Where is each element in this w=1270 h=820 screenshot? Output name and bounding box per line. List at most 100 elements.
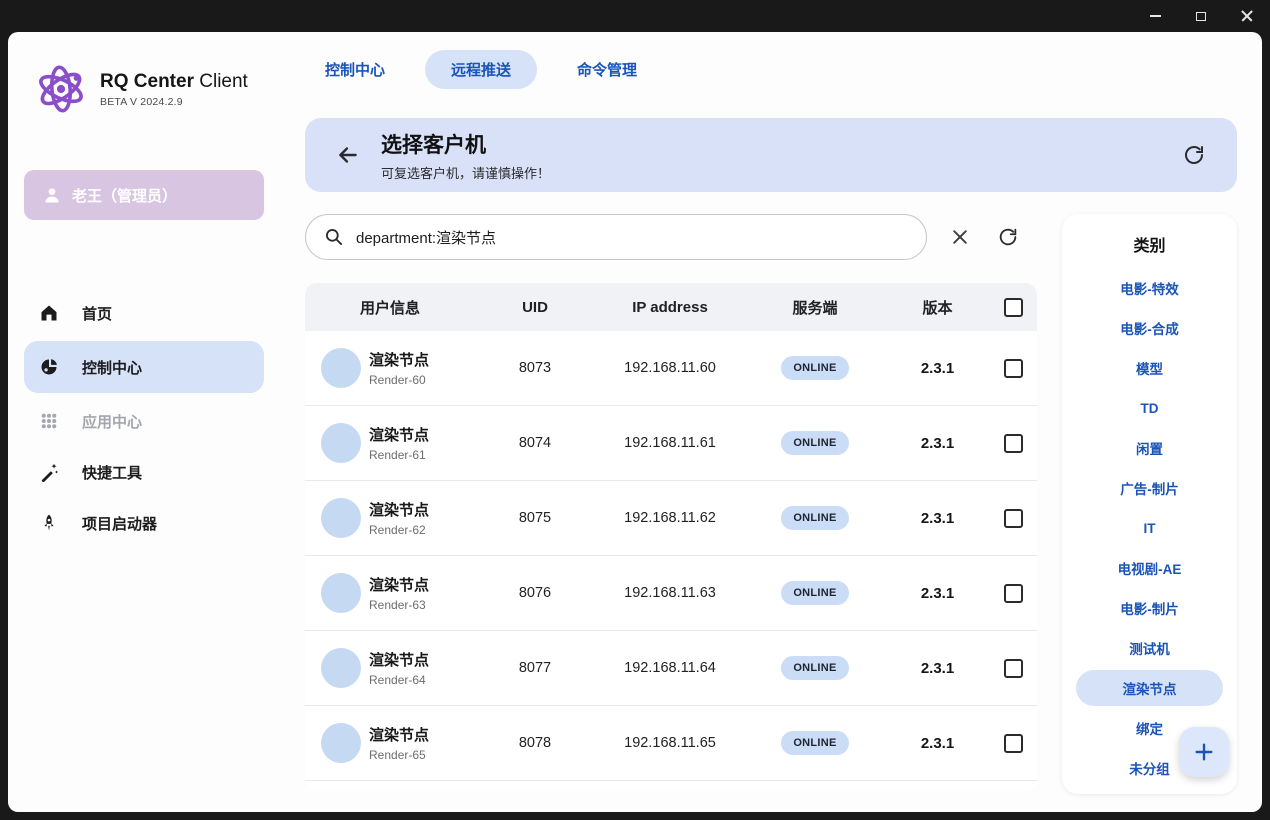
- avatar: [321, 423, 361, 463]
- row-checkbox[interactable]: [1004, 434, 1023, 453]
- table-row[interactable]: 渲染节点 Render-64 8077 192.168.11.64 ONLINE…: [305, 631, 1037, 706]
- row-checkbox[interactable]: [1004, 509, 1023, 528]
- category-item-selected[interactable]: 渲染节点: [1076, 670, 1223, 706]
- client-name: 渲染节点: [369, 649, 429, 670]
- table-row[interactable]: 渲染节点 Render-62 8075 192.168.11.62 ONLINE…: [305, 481, 1037, 556]
- sidebar-item-app-center[interactable]: 应用中心: [24, 398, 264, 444]
- column-header-version: 版本: [885, 297, 990, 318]
- close-icon[interactable]: [1224, 1, 1270, 31]
- avatar: [321, 573, 361, 613]
- sidebar-item-label: 项目启动器: [82, 513, 157, 534]
- magic-wand-icon: [38, 461, 60, 483]
- category-item[interactable]: TD: [1076, 388, 1223, 428]
- client-hostname: Render-63: [369, 598, 429, 612]
- search-row: [305, 214, 1037, 260]
- row-checkbox[interactable]: [1004, 359, 1023, 378]
- column-header-server: 服务端: [745, 297, 885, 318]
- user-name: 老王（管理员）: [72, 185, 177, 206]
- sidebar-item-label: 首页: [82, 303, 112, 324]
- workspace: 用户信息 UID IP address 服务端 版本 渲染节点 Render-6…: [305, 214, 1237, 794]
- client-name: 渲染节点: [369, 424, 429, 445]
- app-title: RQ Center Client: [100, 71, 248, 93]
- app-brand: RQ Center Client BETA V 2024.2.9: [32, 60, 280, 118]
- client-version: 2.3.1: [885, 435, 990, 452]
- page-subtitle: 可复选客户机，请谨慎操作！: [381, 163, 550, 182]
- client-version: 2.3.1: [885, 585, 990, 602]
- table-row[interactable]: 渲染节点 Render-63 8076 192.168.11.63 ONLINE…: [305, 556, 1037, 631]
- category-item[interactable]: 电影-制片: [1076, 588, 1223, 628]
- sidebar: RQ Center Client BETA V 2024.2.9 老王（管理员）…: [8, 32, 280, 812]
- avatar: [321, 498, 361, 538]
- category-item[interactable]: 电视剧-AE: [1076, 548, 1223, 588]
- row-checkbox[interactable]: [1004, 584, 1023, 603]
- minimize-icon[interactable]: [1132, 1, 1178, 31]
- sidebar-item-label: 控制中心: [82, 357, 142, 378]
- user-icon: [42, 185, 62, 205]
- client-name: 渲染节点: [369, 574, 429, 595]
- app-title-block: RQ Center Client BETA V 2024.2.9: [100, 71, 248, 108]
- client-uid: 8077: [475, 660, 595, 676]
- client-hostname: Render-60: [369, 373, 429, 387]
- column-header-ip: IP address: [595, 299, 745, 316]
- tab-control-center[interactable]: 控制中心: [325, 50, 385, 89]
- client-version: 2.3.1: [885, 660, 990, 677]
- tab-remote-push[interactable]: 远程推送: [425, 50, 537, 89]
- clear-search-icon[interactable]: [945, 222, 975, 252]
- row-checkbox[interactable]: [1004, 734, 1023, 753]
- page-header-titles: 选择客户机 可复选客户机，请谨慎操作！: [381, 129, 550, 182]
- table-footer: [305, 781, 1037, 791]
- back-arrow-icon[interactable]: [333, 140, 363, 170]
- client-name: 渲染节点: [369, 724, 429, 745]
- category-item[interactable]: 测试机: [1076, 628, 1223, 668]
- control-center-icon: [38, 356, 60, 378]
- app-logo-icon: [32, 60, 90, 118]
- tab-command-management[interactable]: 命令管理: [577, 50, 637, 89]
- sidebar-item-quick-tools[interactable]: 快捷工具: [24, 449, 264, 495]
- category-panel-title: 类别: [1062, 232, 1237, 256]
- avatar: [321, 648, 361, 688]
- category-item[interactable]: 电影-特效: [1076, 268, 1223, 308]
- client-ip: 192.168.11.65: [595, 735, 745, 751]
- client-hostname: Render-65: [369, 748, 429, 762]
- client-name: 渲染节点: [369, 349, 429, 370]
- sidebar-item-label: 快捷工具: [82, 462, 142, 483]
- client-list-column: 用户信息 UID IP address 服务端 版本 渲染节点 Render-6…: [305, 214, 1037, 791]
- category-item[interactable]: 模型: [1076, 348, 1223, 388]
- sidebar-item-control-center[interactable]: 控制中心: [24, 341, 264, 393]
- table-row[interactable]: 渲染节点 Render-61 8074 192.168.11.61 ONLINE…: [305, 406, 1037, 481]
- client-uid: 8076: [475, 585, 595, 601]
- app-version: BETA V 2024.2.9: [100, 96, 248, 108]
- column-header-user: 用户信息: [305, 297, 475, 318]
- table-row[interactable]: 渲染节点 Render-60 8073 192.168.11.60 ONLINE…: [305, 331, 1037, 406]
- category-item[interactable]: 电影-合成: [1076, 308, 1223, 348]
- main-area: 控制中心 远程推送 命令管理 选择客户机 可复选客户机，请谨慎操作！: [280, 32, 1262, 812]
- client-hostname: Render-61: [369, 448, 429, 462]
- apps-grid-icon: [38, 410, 60, 432]
- category-item[interactable]: 广告-制片: [1076, 468, 1223, 508]
- column-header-uid: UID: [475, 299, 595, 316]
- category-item[interactable]: IT: [1076, 508, 1223, 548]
- sidebar-item-home[interactable]: 首页: [24, 290, 264, 336]
- category-panel: 类别 电影-特效 电影-合成 模型 TD 闲置 广告-制片 IT 电视剧-AE …: [1062, 214, 1237, 794]
- status-badge: ONLINE: [781, 506, 848, 530]
- search-input[interactable]: [356, 229, 908, 246]
- user-badge[interactable]: 老王（管理员）: [24, 170, 264, 220]
- client-ip: 192.168.11.60: [595, 360, 745, 376]
- client-uid: 8075: [475, 510, 595, 526]
- status-badge: ONLINE: [781, 431, 848, 455]
- maximize-icon[interactable]: [1178, 1, 1224, 31]
- select-all-checkbox[interactable]: [1004, 298, 1023, 317]
- add-category-button[interactable]: [1179, 727, 1229, 777]
- sidebar-item-project-launcher[interactable]: 项目启动器: [24, 500, 264, 546]
- sidebar-nav: 首页 控制中心: [8, 290, 280, 546]
- table-row[interactable]: 渲染节点 Render-65 8078 192.168.11.65 ONLINE…: [305, 706, 1037, 781]
- status-badge: ONLINE: [781, 356, 848, 380]
- top-tabs: 控制中心 远程推送 命令管理: [325, 50, 1237, 88]
- client-version: 2.3.1: [885, 735, 990, 752]
- app-window: RQ Center Client BETA V 2024.2.9 老王（管理员）…: [0, 0, 1270, 820]
- category-item[interactable]: 闲置: [1076, 428, 1223, 468]
- search-refresh-icon[interactable]: [993, 222, 1023, 252]
- header-refresh-icon[interactable]: [1179, 140, 1209, 170]
- row-checkbox[interactable]: [1004, 659, 1023, 678]
- search-box: [305, 214, 927, 260]
